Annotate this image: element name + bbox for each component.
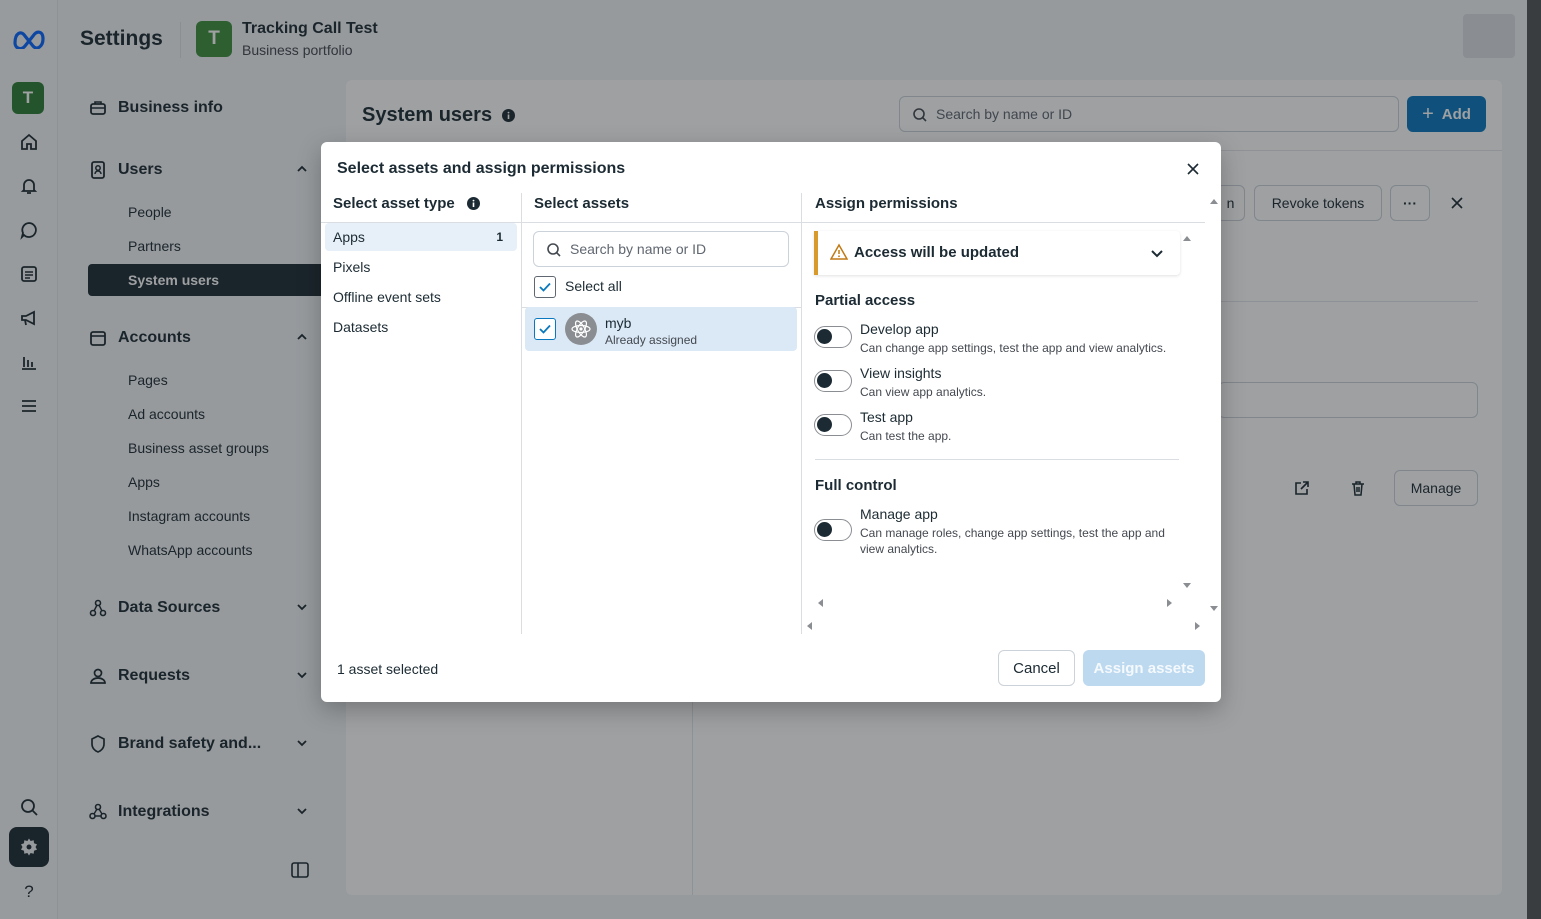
permission-description: Can manage roles, change app settings, t… xyxy=(860,526,1165,556)
partial-access-heading: Partial access xyxy=(815,292,916,309)
search-placeholder: Search by name or ID xyxy=(570,241,707,257)
scroll-down-arrow-icon[interactable] xyxy=(1183,583,1191,588)
scroll-left-arrow-icon[interactable] xyxy=(807,622,812,630)
permission-name: View insights xyxy=(860,365,942,381)
scroll-right-arrow-icon[interactable] xyxy=(1167,599,1172,607)
dialog-title: Select assets and assign permissions xyxy=(337,160,626,177)
assign-permissions-dialog: Select assets and assign permissions Sel… xyxy=(321,142,1221,702)
asset-name: myb xyxy=(605,315,632,331)
select-all-label: Select all xyxy=(565,278,622,294)
checkmark-icon xyxy=(539,324,551,334)
assign-assets-button[interactable]: Assign assets xyxy=(1083,650,1205,686)
divider xyxy=(815,459,1179,460)
select-all-checkbox[interactable] xyxy=(534,276,556,298)
permission-name: Develop app xyxy=(860,321,939,337)
assets-heading: Select assets xyxy=(534,195,630,212)
column-divider xyxy=(801,193,802,634)
asset-type-offline-event-sets[interactable]: Offline event sets xyxy=(325,283,517,311)
page-scrollbar[interactable] xyxy=(1527,0,1541,919)
asset-type-label: Apps xyxy=(333,229,365,245)
asset-row-myb[interactable]: myb Already assigned xyxy=(525,307,797,351)
asset-type-pixels[interactable]: Pixels xyxy=(325,253,517,281)
warning-icon xyxy=(830,243,848,260)
column-divider xyxy=(521,193,522,634)
asset-type-header: Select asset type xyxy=(333,195,480,212)
selection-status: 1 asset selected xyxy=(337,661,439,677)
close-icon[interactable] xyxy=(1183,159,1203,179)
permission-name: Manage app xyxy=(860,506,938,522)
permission-description: Can test the app. xyxy=(860,429,952,443)
permission-description: Can view app analytics. xyxy=(860,385,987,399)
asset-status: Already assigned xyxy=(605,333,698,347)
info-icon[interactable] xyxy=(466,197,480,210)
full-control-heading: Full control xyxy=(815,477,897,494)
warning-text: Access will be updated xyxy=(854,244,1020,261)
scroll-up-arrow-icon[interactable] xyxy=(1210,199,1218,204)
access-warning-banner[interactable]: Access will be updated xyxy=(814,231,1180,275)
divider xyxy=(801,222,1205,223)
permission-description: Can change app settings, test the app an… xyxy=(860,341,1167,355)
cancel-button[interactable]: Cancel xyxy=(998,650,1075,686)
asset-count-badge: 1 xyxy=(496,230,503,244)
permissions-heading: Assign permissions xyxy=(815,195,958,212)
chevron-down-icon[interactable] xyxy=(1150,246,1164,260)
scroll-right-arrow-icon[interactable] xyxy=(1195,622,1200,630)
asset-type-datasets[interactable]: Datasets xyxy=(325,313,517,341)
search-icon xyxy=(547,243,561,257)
asset-type-heading: Select asset type xyxy=(333,195,455,212)
asset-type-label: Offline event sets xyxy=(333,289,441,305)
view-insights-toggle[interactable] xyxy=(814,370,852,392)
manage-app-toggle[interactable] xyxy=(814,519,852,541)
assets-search-input[interactable]: Search by name or ID xyxy=(533,231,789,267)
app-atom-icon xyxy=(565,313,597,345)
asset-type-apps[interactable]: Apps 1 xyxy=(325,223,517,251)
asset-type-label: Datasets xyxy=(333,319,389,335)
test-app-toggle[interactable] xyxy=(814,414,852,436)
asset-type-label: Pixels xyxy=(333,259,371,275)
checkmark-icon xyxy=(539,282,551,292)
develop-app-toggle[interactable] xyxy=(814,326,852,348)
permission-name: Test app xyxy=(860,409,913,425)
asset-checkbox[interactable] xyxy=(534,318,556,340)
scroll-down-arrow-icon[interactable] xyxy=(1210,606,1218,611)
divider xyxy=(521,222,801,223)
scroll-up-arrow-icon[interactable] xyxy=(1183,236,1191,241)
scroll-left-arrow-icon[interactable] xyxy=(818,599,823,607)
